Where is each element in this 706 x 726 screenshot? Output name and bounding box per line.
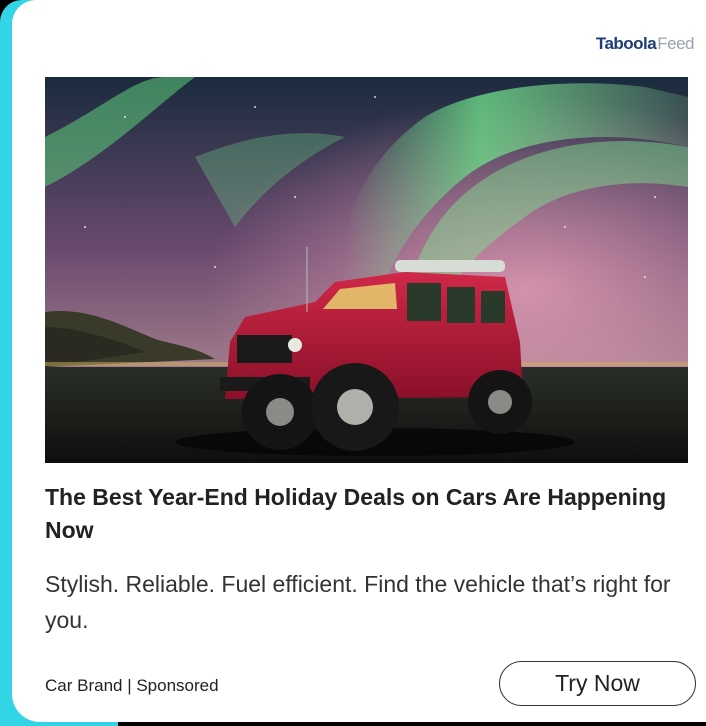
try-now-button[interactable]: Try Now [499,661,696,706]
ad-headline[interactable]: The Best Year-End Holiday Deals on Cars … [45,481,685,547]
taboola-feed-logo[interactable]: Taboola Feed [595,34,695,54]
feed-logo-text: Feed [657,34,694,53]
ad-description: Stylish. Reliable. Fuel efficient. Find … [45,571,671,633]
ad-card[interactable]: Taboola Feed The Best Year-End Holiday D… [12,0,706,722]
sponsored-label: Car Brand | Sponsored [45,676,219,695]
aurora-car-illustration [45,77,688,463]
taboola-logo-text: Taboola [595,34,657,53]
ad-image[interactable] [45,77,688,463]
page-frame: Taboola Feed The Best Year-End Holiday D… [0,0,706,726]
